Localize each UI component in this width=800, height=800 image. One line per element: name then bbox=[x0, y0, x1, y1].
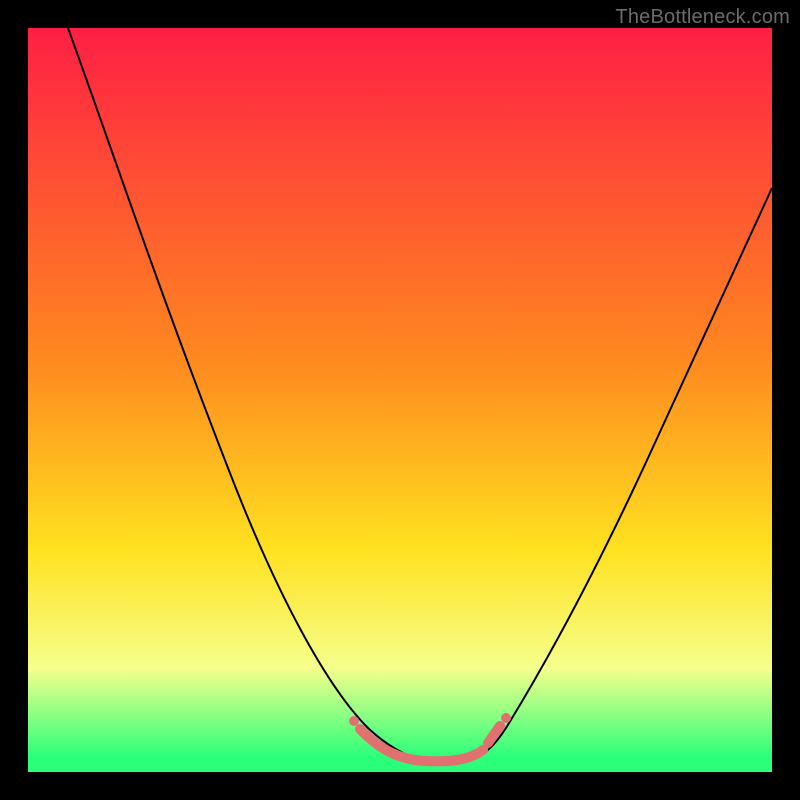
curve-layer bbox=[28, 28, 772, 772]
highlight-dot-right bbox=[501, 713, 511, 723]
bottleneck-curve bbox=[68, 28, 772, 763]
chart-frame: TheBottleneck.com bbox=[0, 0, 800, 800]
highlight-segment bbox=[360, 726, 500, 761]
plot-area bbox=[28, 28, 772, 772]
highlight-dot-left bbox=[349, 716, 359, 726]
watermark-text: TheBottleneck.com bbox=[615, 6, 790, 29]
